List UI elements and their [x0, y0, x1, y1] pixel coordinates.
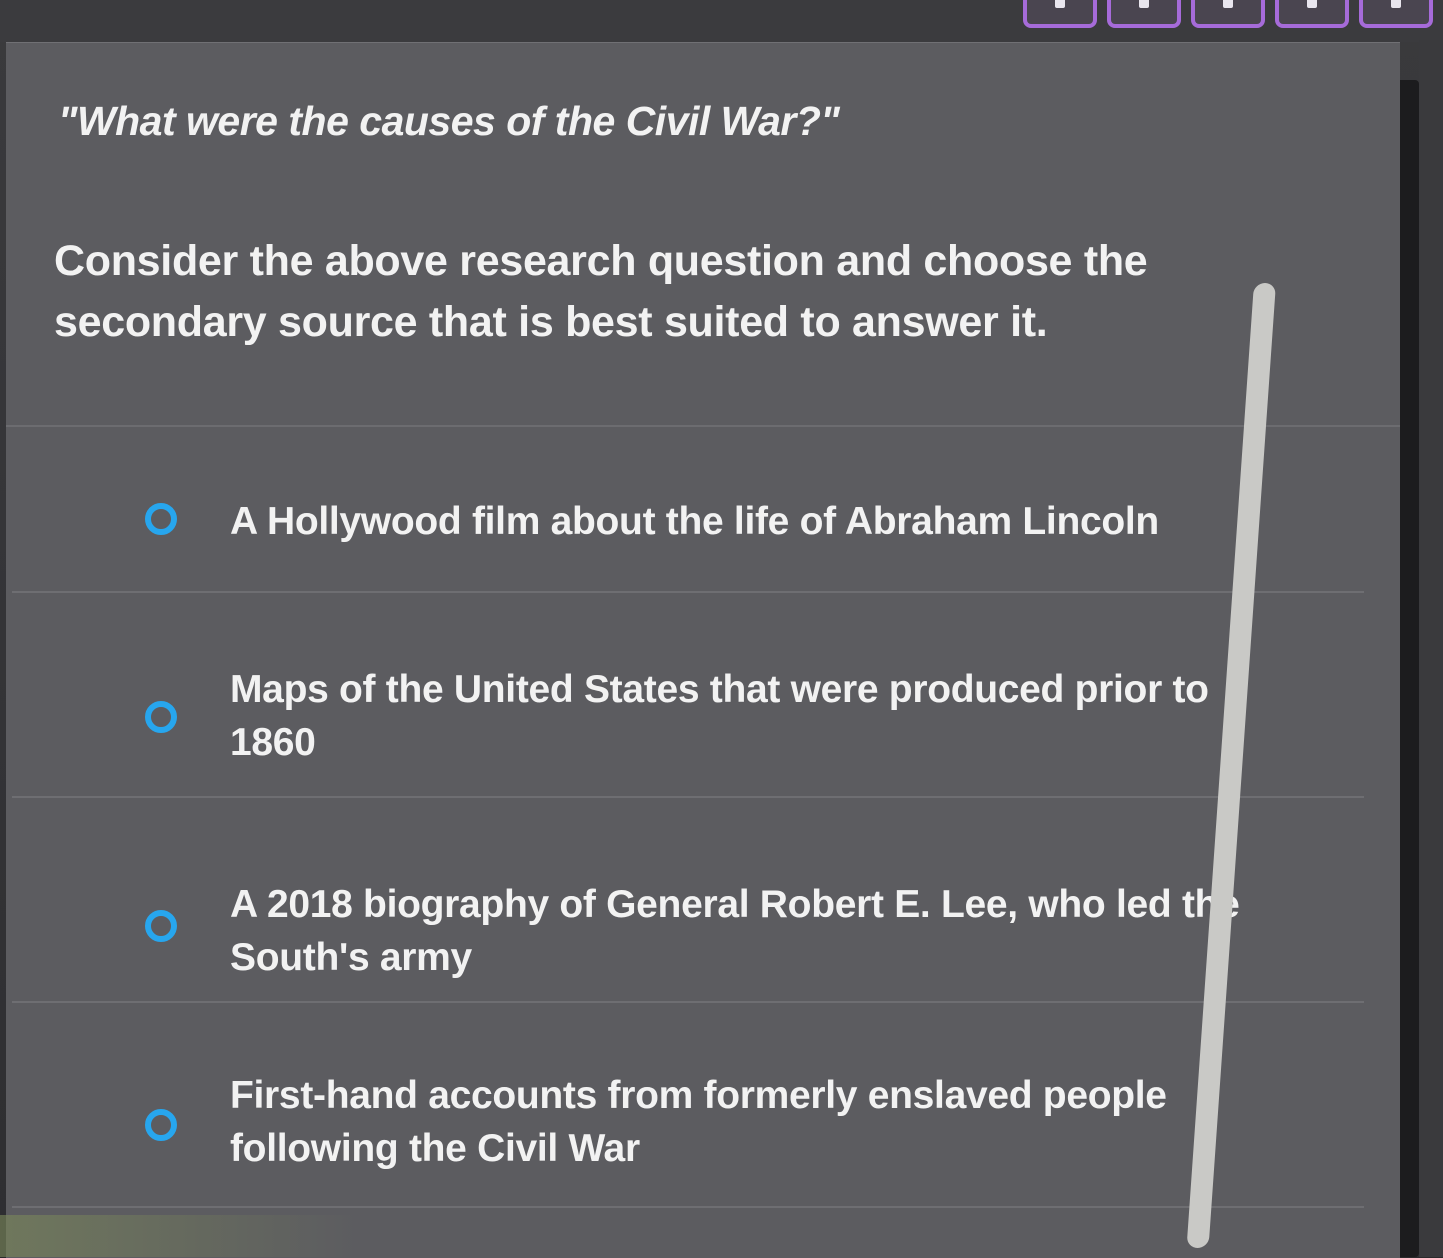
answer-choice-d[interactable]: First-hand accounts from formerly enslav… — [12, 1003, 1364, 1208]
choice-label: First-hand accounts from formerly enslav… — [230, 1074, 1167, 1171]
choice-label: A 2018 biography of General Robert E. Le… — [230, 883, 1240, 980]
question-navigator — [1023, 0, 1433, 28]
window-edge — [1419, 40, 1443, 1257]
divider — [6, 425, 1400, 427]
question-nav-button[interactable] — [1107, 0, 1181, 28]
research-question: "What were the causes of the Civil War?" — [58, 98, 840, 144]
answer-choice-b[interactable]: Maps of the United States that were prod… — [12, 593, 1364, 798]
answer-choice-a[interactable]: A Hollywood film about the life of Abrah… — [12, 433, 1364, 593]
choice-label: Maps of the United States that were prod… — [230, 668, 1209, 765]
choice-label: A Hollywood film about the life of Abrah… — [230, 500, 1159, 543]
radio-unselected-icon[interactable] — [145, 1109, 177, 1141]
question-nav-button[interactable] — [1023, 0, 1097, 28]
question-nav-button[interactable] — [1359, 0, 1433, 28]
radio-unselected-icon[interactable] — [145, 701, 177, 733]
question-prompt: Consider the above research question and… — [54, 237, 1148, 347]
question-nav-button[interactable] — [1191, 0, 1265, 28]
bottom-edge — [0, 1215, 600, 1257]
answer-choice-c[interactable]: A 2018 biography of General Robert E. Le… — [12, 798, 1364, 1003]
radio-unselected-icon[interactable] — [145, 910, 177, 942]
radio-unselected-icon[interactable] — [145, 503, 177, 535]
question-nav-button[interactable] — [1275, 0, 1349, 28]
question-card: "What were the causes of the Civil War?"… — [6, 42, 1400, 1258]
answer-choices: A Hollywood film about the life of Abrah… — [12, 433, 1364, 1208]
top-navigation-bar — [0, 0, 1443, 42]
